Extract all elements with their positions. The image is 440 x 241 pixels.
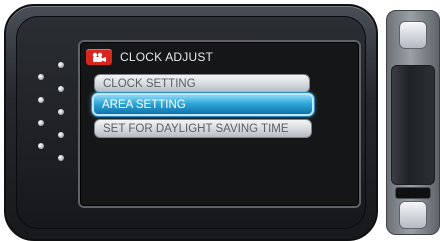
hinge-cap-bottom [399,201,427,229]
led-indicator [58,86,64,92]
movie-camera-icon [86,49,112,65]
menu-title: CLOCK ADJUST [120,50,214,64]
menu-item-label: SET FOR DAYLIGHT SAVING TIME [103,123,289,135]
movie-camera-icon-glyph [92,52,106,62]
menu-item-label: CLOCK SETTING [103,78,196,90]
left-led-indicators [36,62,76,192]
led-indicator [58,109,64,115]
led-indicator [38,74,44,80]
led-indicator [58,155,64,161]
led-indicator [38,120,44,126]
side-hinge [386,10,440,235]
camera-lcd-view: CLOCK ADJUST CLOCK SETTING AREA SETTING … [0,0,440,241]
menu-item-label: AREA SETTING [102,99,186,111]
hinge-slot [395,187,431,199]
lcd-screen: CLOCK ADJUST CLOCK SETTING AREA SETTING … [78,40,361,208]
hinge-cap-top [399,21,427,49]
led-indicator [38,143,44,149]
led-indicator [38,97,44,103]
menu-item-clock-setting[interactable]: CLOCK SETTING [94,74,310,93]
menu-item-daylight-saving[interactable]: SET FOR DAYLIGHT SAVING TIME [94,119,312,138]
led-indicator [58,62,64,68]
led-indicator [58,132,64,138]
menu-title-bar: CLOCK ADJUST [80,48,213,66]
hinge-middle-block [391,65,435,185]
menu-item-area-setting[interactable]: AREA SETTING [92,93,314,116]
